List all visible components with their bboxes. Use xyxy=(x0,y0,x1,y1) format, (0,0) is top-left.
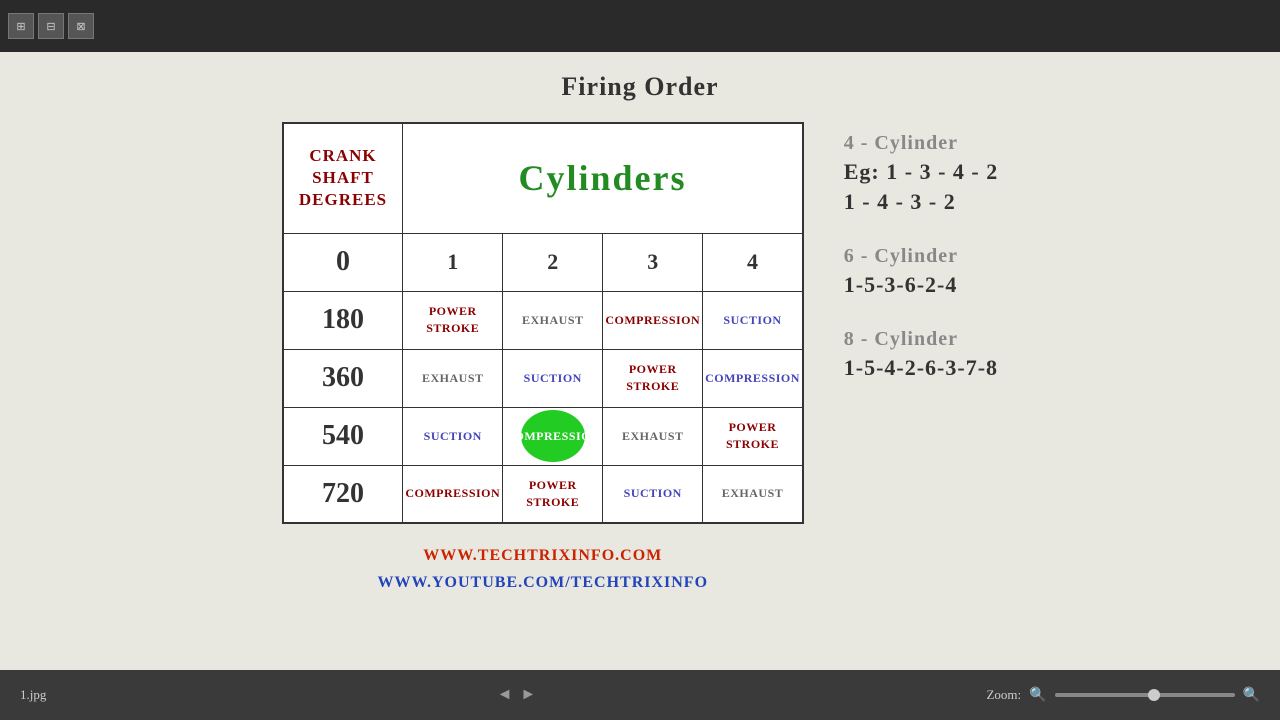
cell-540-3: Exhaust xyxy=(603,407,703,465)
zoom-out-icon[interactable]: 🔍 xyxy=(1029,687,1046,704)
main-content: Firing Order Crank Shaft Degrees Cylinde… xyxy=(0,52,1280,670)
cyl-num-1: 1 xyxy=(403,233,503,291)
cyl8-info: 8 - Cylinder 1-5-4-2-6-3-7-8 xyxy=(844,328,998,381)
zoom-thumb[interactable] xyxy=(1148,689,1160,701)
cell-720-4: Exhaust xyxy=(703,465,803,523)
degree-zero: 0 xyxy=(283,233,403,291)
cyl4-order1: Eg: 1 - 3 - 4 - 2 xyxy=(844,159,998,185)
website-url: WWW.TECHTRIXINFO.COM xyxy=(377,542,708,569)
filename-label: 1.jpg xyxy=(20,687,46,703)
cell-180-3: Compression xyxy=(603,291,703,349)
cyl-num-4: 4 xyxy=(703,233,803,291)
cell-360-1: Exhaust xyxy=(403,349,503,407)
cylinders-header: Cylinders xyxy=(403,123,803,233)
toolbar: ⊞ ⊟ ⊠ xyxy=(0,0,1280,52)
cell-720-3: Suction xyxy=(603,465,703,523)
degree-180: 180 xyxy=(283,291,403,349)
table-section: Crank Shaft Degrees Cylinders 0 1 xyxy=(282,122,804,596)
row-540: 540 Suction Com­pression Exhaust PowerSt… xyxy=(283,407,803,465)
prev-arrow[interactable]: ◄ xyxy=(497,686,513,704)
zoom-label: Zoom: xyxy=(986,687,1021,703)
cyl4-order2: 1 - 4 - 3 - 2 xyxy=(844,189,998,215)
cyl-num-2: 2 xyxy=(503,233,603,291)
cyl6-label: 6 - Cylinder xyxy=(844,245,998,268)
right-section: 4 - Cylinder Eg: 1 - 3 - 4 - 2 1 - 4 - 3… xyxy=(844,122,998,381)
grid3-icon: ⊠ xyxy=(76,20,85,33)
cyl6-order: 1-5-3-6-2-4 xyxy=(844,272,998,298)
firing-order-table: Crank Shaft Degrees Cylinders 0 1 xyxy=(282,122,804,524)
row-360: 360 Exhaust Suction PowerStroke Compress… xyxy=(283,349,803,407)
cyl8-label: 8 - Cylinder xyxy=(844,328,998,351)
cylinder-numbers-row: 0 1 2 3 4 xyxy=(283,233,803,291)
zoom-section: Zoom: 🔍 🔍 xyxy=(986,687,1260,704)
content-area: Crank Shaft Degrees Cylinders 0 1 xyxy=(30,122,1250,596)
header-row: Crank Shaft Degrees Cylinders xyxy=(283,123,803,233)
cyl8-order: 1-5-4-2-6-3-7-8 xyxy=(844,355,998,381)
next-arrow[interactable]: ► xyxy=(520,686,536,704)
toolbar-btn-3[interactable]: ⊠ xyxy=(68,13,94,39)
cell-720-2: PowerStroke xyxy=(503,465,603,523)
toolbar-btn-2[interactable]: ⊟ xyxy=(38,13,64,39)
zoom-slider[interactable] xyxy=(1055,693,1235,697)
cyl4-label: 4 - Cylinder xyxy=(844,132,998,155)
page-title: Firing Order xyxy=(561,72,718,102)
crankshaft-header: Crank Shaft Degrees xyxy=(283,123,403,233)
website-links: WWW.TECHTRIXINFO.COM WWW.YOUTUBE.COM/TEC… xyxy=(377,542,708,596)
cell-540-1: Suction xyxy=(403,407,503,465)
degree-360: 360 xyxy=(283,349,403,407)
cell-360-3: PowerStroke xyxy=(603,349,703,407)
row-180: 180 PowerStroke Exhaust Compression Suct… xyxy=(283,291,803,349)
degree-720: 720 xyxy=(283,465,403,523)
degree-540: 540 xyxy=(283,407,403,465)
cyl6-info: 6 - Cylinder 1-5-3-6-2-4 xyxy=(844,245,998,298)
cell-360-4: Compression xyxy=(703,349,803,407)
cyl-num-3: 3 xyxy=(603,233,703,291)
cell-180-4: Suction xyxy=(703,291,803,349)
toolbar-btn-1[interactable]: ⊞ xyxy=(8,13,34,39)
cell-720-1: Compression xyxy=(403,465,503,523)
row-720: 720 Compression PowerStroke Suction Exha… xyxy=(283,465,803,523)
zoom-in-icon[interactable]: 🔍 xyxy=(1243,687,1260,704)
grid2-icon: ⊟ xyxy=(46,20,55,33)
cell-540-2: Com­pression xyxy=(503,407,603,465)
cell-360-2: Suction xyxy=(503,349,603,407)
nav-arrows: ◄ ► xyxy=(497,686,537,704)
status-bar: 1.jpg ◄ ► Zoom: 🔍 🔍 xyxy=(0,670,1280,720)
cell-180-1: PowerStroke xyxy=(403,291,503,349)
cell-540-4: PowerStroke xyxy=(703,407,803,465)
grid1-icon: ⊞ xyxy=(16,20,25,33)
cell-180-2: Exhaust xyxy=(503,291,603,349)
cyl4-info: 4 - Cylinder Eg: 1 - 3 - 4 - 2 1 - 4 - 3… xyxy=(844,132,998,215)
youtube-url: WWW.YOUTUBE.COM/TECHTRIXINFO xyxy=(377,569,708,596)
